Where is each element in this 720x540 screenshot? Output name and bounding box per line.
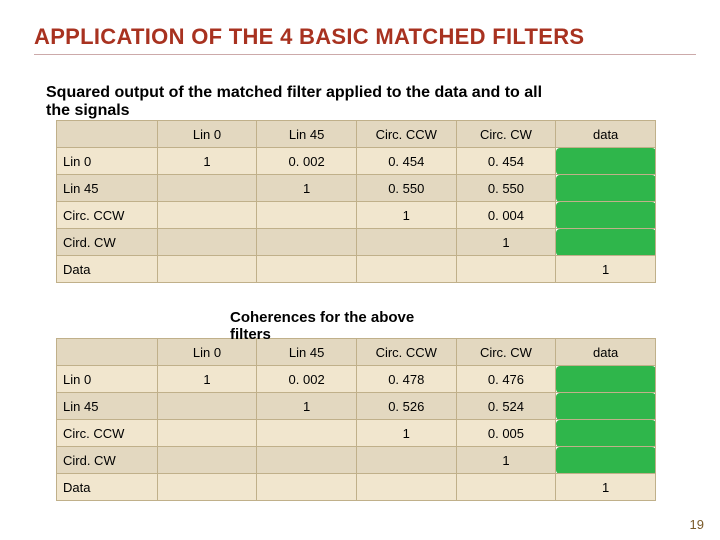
cell [257, 202, 357, 229]
cell: 1 [356, 202, 456, 229]
cell: 0. 550 [356, 175, 456, 202]
col-header: data [556, 339, 656, 366]
row-header: Lin 45 [57, 175, 158, 202]
cell: 1 [556, 256, 656, 283]
col-header: Lin 45 [257, 121, 357, 148]
cell [157, 474, 257, 501]
caption-text: Coherences for the above [230, 309, 414, 326]
row-header: Lin 0 [57, 366, 158, 393]
col-header: Circ. CW [456, 121, 556, 148]
masked-cell [556, 175, 656, 202]
cell: 0. 478 [356, 366, 456, 393]
cell: 0. 002 [257, 148, 357, 175]
table-header-row: Lin 0 Lin 45 Circ. CCW Circ. CW data [57, 121, 656, 148]
cell [356, 474, 456, 501]
table-row: Lin 45 1 0. 526 0. 524 [57, 393, 656, 420]
table-row: Lin 0 1 0. 002 0. 478 0. 476 [57, 366, 656, 393]
table-row: Cird. CW 1 [57, 229, 656, 256]
masked-cell [556, 393, 656, 420]
cell: 1 [356, 420, 456, 447]
cell [157, 229, 257, 256]
cell: 0. 476 [456, 366, 556, 393]
table-row: Lin 0 1 0. 002 0. 454 0. 454 [57, 148, 656, 175]
row-header: Circ. CCW [57, 420, 158, 447]
slide: APPLICATION OF THE 4 BASIC MATCHED FILTE… [0, 0, 720, 540]
table-row: Data 1 [57, 256, 656, 283]
header-blank [57, 121, 158, 148]
cell [157, 393, 257, 420]
cell: 0. 524 [456, 393, 556, 420]
masked-cell [556, 420, 656, 447]
row-header: Data [57, 474, 158, 501]
squared-output-table: Lin 0 Lin 45 Circ. CCW Circ. CW data Lin… [56, 120, 656, 283]
cell: 1 [456, 447, 556, 474]
cell: 1 [157, 366, 257, 393]
cell [157, 447, 257, 474]
caption-text: Squared output of the matched filter app… [46, 84, 542, 101]
cell [456, 256, 556, 283]
cell [356, 447, 456, 474]
slide-title: APPLICATION OF THE 4 BASIC MATCHED FILTE… [34, 24, 696, 55]
cell [157, 420, 257, 447]
cell [257, 229, 357, 256]
cell: 1 [556, 474, 656, 501]
table-row: Circ. CCW 1 0. 004 [57, 202, 656, 229]
cell: 1 [456, 229, 556, 256]
cell: 0. 005 [456, 420, 556, 447]
masked-cell [556, 148, 656, 175]
row-header: Lin 0 [57, 148, 158, 175]
table-row: Circ. CCW 1 0. 005 [57, 420, 656, 447]
cell [157, 202, 257, 229]
table2-caption: Coherences for the above filters [230, 310, 530, 343]
table-row: Data 1 [57, 474, 656, 501]
cell: 0. 454 [456, 148, 556, 175]
masked-cell [556, 229, 656, 256]
page-number: 19 [690, 517, 704, 532]
coherences-table: Lin 0 Lin 45 Circ. CCW Circ. CW data Lin… [56, 338, 656, 501]
row-header: Lin 45 [57, 393, 158, 420]
cell: 0. 454 [356, 148, 456, 175]
col-header: Circ. CCW [356, 121, 456, 148]
cell: 0. 550 [456, 175, 556, 202]
cell [356, 256, 456, 283]
table-row: Lin 45 1 0. 550 0. 550 [57, 175, 656, 202]
cell [356, 229, 456, 256]
header-blank [57, 339, 158, 366]
col-header: data [556, 121, 656, 148]
cell [157, 256, 257, 283]
row-header: Cird. CW [57, 447, 158, 474]
table-row: Cird. CW 1 [57, 447, 656, 474]
cell [257, 256, 357, 283]
cell: 1 [157, 148, 257, 175]
cell: 1 [257, 393, 357, 420]
masked-cell [556, 447, 656, 474]
caption-text: the signals [46, 102, 130, 119]
cell [257, 447, 357, 474]
cell [157, 175, 257, 202]
cell: 0. 002 [257, 366, 357, 393]
cell [456, 474, 556, 501]
table1-caption: Squared output of the matched filter app… [46, 84, 666, 121]
caption-text: filters [230, 326, 271, 343]
row-header: Cird. CW [57, 229, 158, 256]
row-header: Data [57, 256, 158, 283]
col-header: Lin 0 [157, 121, 257, 148]
cell: 0. 526 [356, 393, 456, 420]
cell [257, 474, 357, 501]
cell: 1 [257, 175, 357, 202]
masked-cell [556, 202, 656, 229]
cell: 0. 004 [456, 202, 556, 229]
row-header: Circ. CCW [57, 202, 158, 229]
masked-cell [556, 366, 656, 393]
cell [257, 420, 357, 447]
